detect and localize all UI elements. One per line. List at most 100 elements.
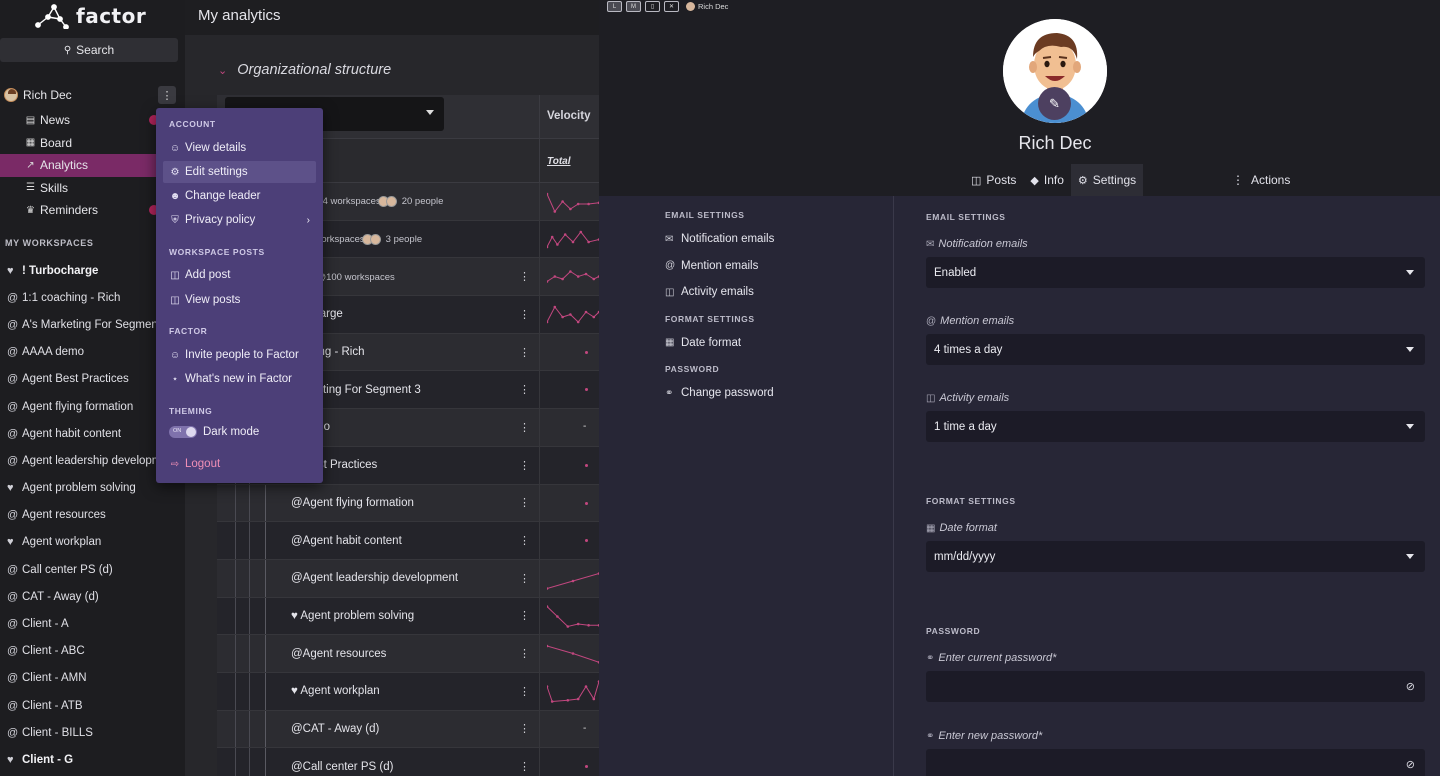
close-icon[interactable]: ✕ — [664, 1, 679, 12]
layout-left-icon[interactable]: L — [607, 1, 622, 12]
settings-nav-mention[interactable]: @ Mention emails — [665, 253, 885, 280]
dark-mode-toggle[interactable]: ON — [169, 426, 197, 438]
menu-section-posts: WORKSPACE POSTS — [169, 247, 265, 257]
menu-whats-new[interactable]: ⋆ What's new in Factor — [163, 368, 316, 390]
workspace-label: Client - G — [22, 753, 74, 766]
table-row[interactable]: ♥ Agent problem solving ⋮ — [217, 597, 599, 636]
mail-icon: ✉ — [926, 238, 935, 250]
tree-line — [235, 559, 236, 597]
tree-line — [265, 484, 266, 522]
settings-nav-notification[interactable]: ✉ Notification emails — [665, 226, 885, 253]
eye-slash-icon[interactable]: ⊘ — [1406, 758, 1415, 771]
workspace-label: CAT - Away (d) — [22, 590, 99, 603]
row-menu-icon[interactable]: ⋮ — [519, 647, 530, 660]
spark-point — [553, 210, 557, 213]
menu-view-details[interactable]: ☺ View details — [163, 137, 316, 159]
row-menu-icon[interactable]: ⋮ — [519, 308, 530, 321]
shield-icon: ⛨ — [171, 214, 179, 226]
menu-add-post[interactable]: ◫ Add post — [163, 264, 316, 286]
current-password-input[interactable]: ⊘ — [926, 671, 1425, 702]
row-menu-icon[interactable]: ⋮ — [519, 421, 530, 434]
user-menu-button[interactable]: ⋮ — [158, 86, 176, 104]
spark-point — [547, 685, 549, 688]
tab-info[interactable]: ◆ Info — [1023, 164, 1070, 196]
total-label[interactable]: Total — [547, 156, 571, 167]
edit-photo-button[interactable]: ✎ — [1038, 87, 1071, 120]
sidebar-workspace-item[interactable]: @ Client - AMN — [0, 665, 185, 692]
row-menu-icon[interactable]: ⋮ — [519, 572, 530, 585]
spark-point — [576, 275, 580, 279]
sidebar-workspace-item[interactable]: @ Agent resources — [0, 502, 185, 529]
app-root: factor ⚲ Search Rich Dec ⋮ ▤ News ▦ Boar… — [0, 0, 1440, 776]
actions-menu[interactable]: ⋮ Actions — [1232, 164, 1290, 196]
table-row[interactable]: @Agent resources ⋮ — [217, 635, 599, 673]
velocity-sparkline — [547, 680, 599, 703]
settings-nav-activity[interactable]: ◫ Activity emails — [665, 279, 885, 306]
layout-split-icon[interactable]: ▯ — [645, 1, 660, 12]
toggle-state: ON — [173, 428, 182, 434]
table-row[interactable]: ♥ Agent workplan ⋮ — [217, 672, 599, 711]
row-menu-icon[interactable]: ⋮ — [519, 496, 530, 509]
menu-invite-people[interactable]: ☺ Invite people to Factor — [163, 344, 316, 366]
current-user[interactable]: Rich Dec ⋮ — [4, 86, 176, 104]
settings-nav-date-format[interactable]: ▦ Date format — [665, 330, 885, 357]
sidebar-workspace-item[interactable]: @ CAT - Away (d) — [0, 583, 185, 610]
menu-logout[interactable]: ⇨ Logout — [163, 453, 316, 475]
row-menu-icon[interactable]: ⋮ — [519, 760, 530, 773]
menu-view-posts[interactable]: ◫ View posts — [163, 289, 316, 311]
column-divider — [539, 183, 540, 220]
row-name-cell: @Call center PS (d) — [291, 761, 393, 773]
menu-edit-settings[interactable]: ⚙ Edit settings — [163, 161, 316, 183]
org-structure-toggle[interactable]: ⌄ Organizational structure — [218, 62, 391, 78]
row-menu-icon[interactable]: ⋮ — [519, 270, 530, 283]
user-name: Rich Dec — [23, 88, 72, 102]
select-value: Enabled — [934, 266, 977, 279]
menu-dark-mode[interactable]: ON Dark mode — [163, 421, 316, 443]
settings-nav-change-password[interactable]: ⚭ Change password — [665, 380, 885, 407]
table-row[interactable]: @Agent habit content ⋮ — [217, 522, 599, 560]
sidebar-workspace-item[interactable]: ♥ Agent workplan — [0, 529, 185, 556]
notification-emails-select[interactable]: Enabled — [926, 257, 1425, 288]
row-menu-icon[interactable]: ⋮ — [519, 609, 530, 622]
sidebar-workspace-item[interactable]: ♥ Client - G — [0, 746, 185, 773]
layout-middle-icon[interactable]: M — [626, 1, 641, 12]
gear-icon: ⚙ — [1077, 174, 1088, 187]
row-menu-icon[interactable]: ⋮ — [519, 383, 530, 396]
tab-posts[interactable]: ◫ Posts — [964, 164, 1023, 196]
eye-slash-icon[interactable]: ⊘ — [1406, 680, 1415, 693]
heart-icon: ♥ — [7, 536, 14, 549]
row-menu-icon[interactable]: ⋮ — [519, 722, 530, 735]
field-label: ✉ Notification emails — [926, 238, 1028, 250]
table-row[interactable]: @Call center PS (d) ⋮ — [217, 748, 599, 776]
form-section-email: EMAIL SETTINGS — [926, 212, 1006, 222]
row-menu-icon[interactable]: ⋮ — [519, 685, 530, 698]
workspace-label: Agent workplan — [22, 536, 102, 549]
mention-emails-select[interactable]: 4 times a day — [926, 334, 1425, 365]
tab-settings[interactable]: ⚙ Settings — [1070, 164, 1144, 196]
menu-change-leader[interactable]: ☻ Change leader — [163, 185, 316, 207]
sidebar-workspace-item[interactable]: @ Client - A — [0, 610, 185, 637]
velocity-header[interactable]: Velocity — [547, 110, 590, 122]
row-menu-icon[interactable]: ⋮ — [519, 459, 530, 472]
row-menu-icon[interactable]: ⋮ — [519, 534, 530, 547]
table-row[interactable]: @CAT - Away (d) ⋮ - — [217, 710, 599, 749]
column-divider — [539, 296, 540, 333]
activity-emails-select[interactable]: 1 time a day — [926, 411, 1425, 442]
sidebar-workspace-item[interactable]: @ Client - BILLS — [0, 719, 185, 746]
table-row[interactable]: @Agent leadership development ⋮ — [217, 559, 599, 598]
new-password-input[interactable]: ⊘ — [926, 749, 1425, 776]
row-name-cell: @CAT - Away (d) — [291, 723, 379, 735]
table-row[interactable]: @Agent flying formation ⋮ — [217, 484, 599, 523]
sidebar-workspace-item[interactable]: @ Client - ATB — [0, 692, 185, 719]
tree-line — [265, 559, 266, 597]
menu-privacy-policy[interactable]: ⛨ Privacy policy › — [163, 209, 316, 231]
select-value: 4 times a day — [934, 343, 1003, 356]
sidebar-workspace-item[interactable]: @ Client - ABC — [0, 638, 185, 665]
row-menu-icon[interactable]: ⋮ — [519, 346, 530, 359]
sidebar-workspace-item[interactable]: @ Call center PS (d) — [0, 556, 185, 583]
date-format-select[interactable]: mm/dd/yyyy — [926, 541, 1425, 572]
factor-logo[interactable]: factor — [34, 2, 146, 30]
search-button[interactable]: ⚲ Search — [0, 38, 178, 62]
settings-nav-section: PASSWORD — [665, 364, 720, 374]
workspace-label: Agent problem solving — [22, 482, 136, 495]
